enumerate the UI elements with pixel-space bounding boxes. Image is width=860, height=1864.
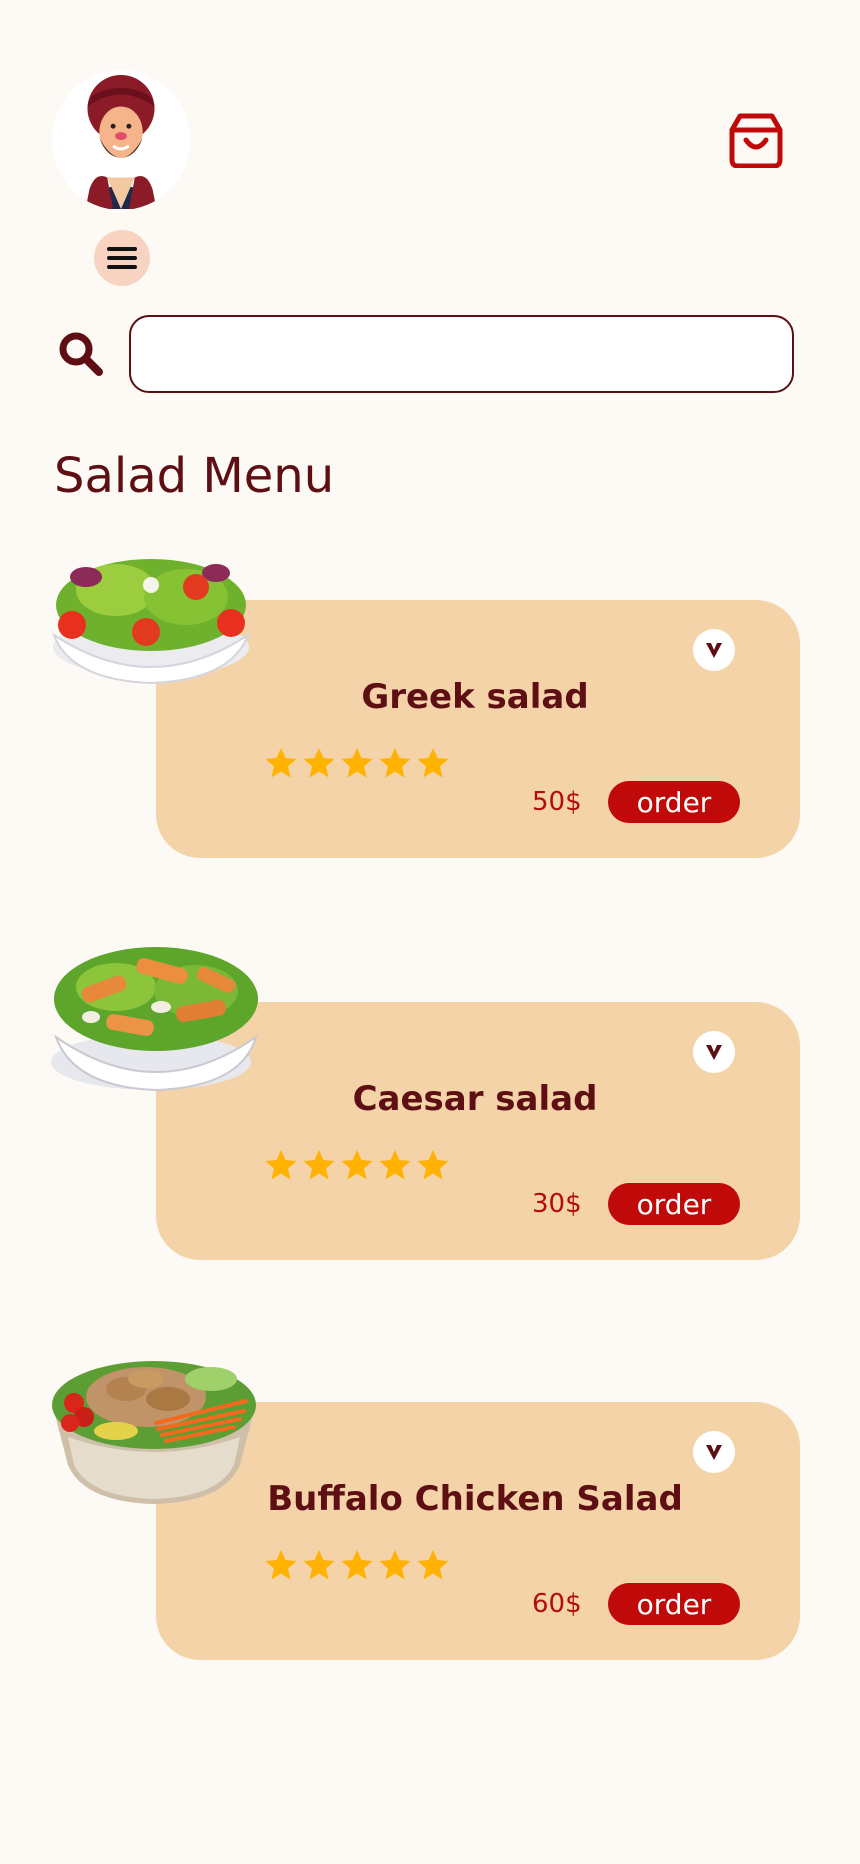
- rating-stars: [264, 1549, 450, 1581]
- star-icon: [265, 748, 297, 778]
- star-icon: [303, 1150, 335, 1180]
- item-name: Buffalo Chicken Salad: [267, 1479, 683, 1519]
- item-price: 30$: [532, 1189, 582, 1219]
- rating-stars: [264, 747, 450, 779]
- avatar[interactable]: [52, 70, 190, 210]
- item-price: 50$: [532, 787, 582, 817]
- shopping-bag-icon[interactable]: [726, 106, 786, 168]
- star-icon: [303, 1550, 335, 1580]
- star-icon: [303, 748, 335, 778]
- chevron-down-icon: [706, 1045, 722, 1060]
- star-icon: [341, 748, 373, 778]
- search-icon[interactable]: [58, 331, 104, 377]
- menu-button[interactable]: [94, 230, 150, 286]
- user-avatar-icon: [79, 74, 163, 209]
- star-icon: [379, 1150, 411, 1180]
- item-name: Caesar salad: [352, 1079, 598, 1119]
- star-icon: [265, 1550, 297, 1580]
- star-icon: [417, 1150, 449, 1180]
- star-icon: [341, 1550, 373, 1580]
- search-input[interactable]: [129, 315, 794, 393]
- item-price: 60$: [532, 1589, 582, 1619]
- expand-button[interactable]: [693, 1431, 735, 1473]
- order-button[interactable]: order: [608, 781, 740, 823]
- order-button[interactable]: order: [608, 1183, 740, 1225]
- hamburger-menu-icon: [107, 247, 137, 269]
- expand-button[interactable]: [693, 629, 735, 671]
- chevron-down-icon: [706, 1445, 722, 1460]
- rating-stars: [264, 1149, 450, 1181]
- order-button[interactable]: order: [608, 1583, 740, 1625]
- menu-item-buffalo-chicken-salad: Buffalo Chicken Salad 60$ order: [0, 1337, 860, 1667]
- star-icon: [379, 748, 411, 778]
- item-name: Greek salad: [361, 677, 589, 717]
- menu-item-greek-salad: Greek salad 50$ order: [0, 535, 860, 865]
- star-icon: [265, 1150, 297, 1180]
- menu-item-caesar-salad: Caesar salad 30$ order: [0, 937, 860, 1267]
- page-title: Salad Menu: [54, 448, 335, 504]
- chevron-down-icon: [706, 643, 722, 658]
- star-icon: [417, 1550, 449, 1580]
- star-icon: [417, 748, 449, 778]
- star-icon: [379, 1550, 411, 1580]
- star-icon: [341, 1150, 373, 1180]
- expand-button[interactable]: [693, 1031, 735, 1073]
